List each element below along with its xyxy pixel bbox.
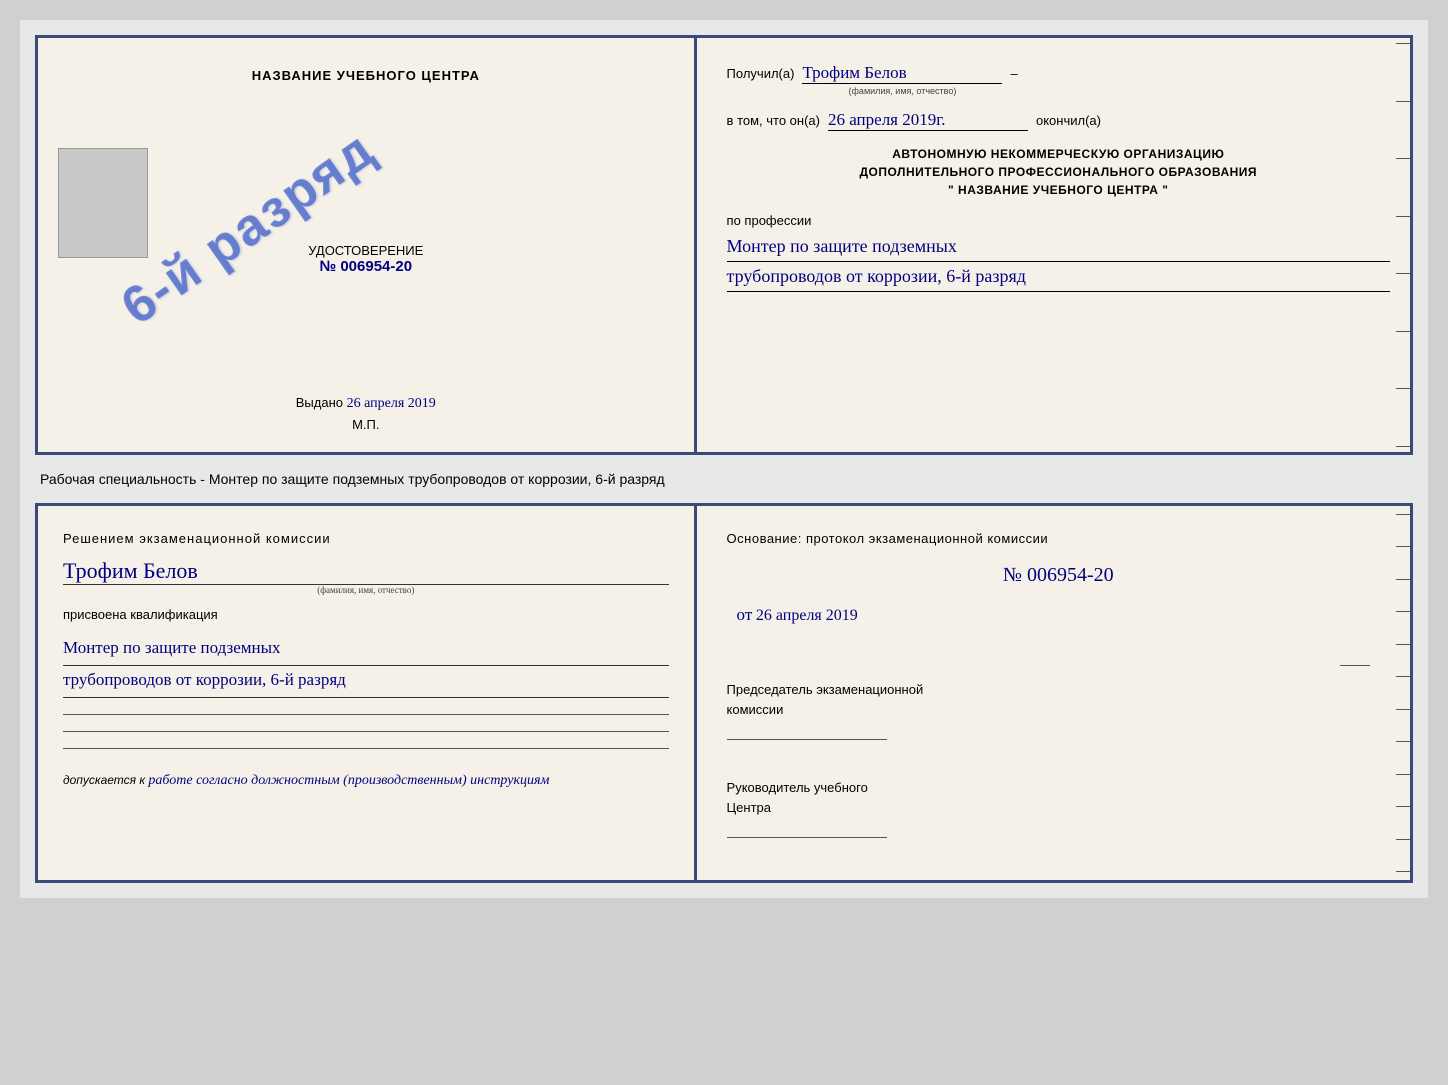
protocol-number: № 006954-20 bbox=[727, 564, 1390, 587]
edge-line-6 bbox=[1396, 331, 1410, 332]
vydano-label: Выдано bbox=[296, 395, 343, 410]
spacer-2 bbox=[727, 754, 1390, 764]
bottom-separator-2 bbox=[63, 731, 669, 732]
page-wrapper: НАЗВАНИЕ УЧЕБНОГО ЦЕНТРА 6-й разряд УДОС… bbox=[20, 20, 1428, 898]
specialty-text: Рабочая специальность - Монтер по защите… bbox=[35, 465, 1413, 493]
dash-1: – bbox=[1010, 66, 1017, 81]
bottom-name-block: Трофим Белов (фамилия, имя, отчество) bbox=[63, 558, 669, 595]
rukovoditel-line1: Руководитель учебного bbox=[727, 778, 1390, 798]
br-edge-7 bbox=[1396, 709, 1410, 710]
name-sublabel: (фамилия, имя, отчество) bbox=[802, 86, 1002, 96]
predsedatel-line2: комиссии bbox=[727, 700, 1390, 720]
org-line1: АВТОНОМНУЮ НЕКОММЕРЧЕСКУЮ ОРГАНИЗАЦИЮ bbox=[727, 145, 1390, 163]
dopuskaetsya-label: допускается к bbox=[63, 773, 145, 787]
vydano-block: Выдано 26 апреля 2019 bbox=[296, 375, 436, 412]
br-edge-1 bbox=[1396, 514, 1410, 515]
prisvoena-label: присвоена квалификация bbox=[63, 607, 669, 622]
vtom-label: в том, что он(а) bbox=[727, 113, 820, 128]
bottom-right-edge bbox=[1392, 506, 1410, 880]
bottom-cert-left: Решением экзаменационной комиссии Трофим… bbox=[38, 506, 697, 880]
edge-line-5 bbox=[1396, 273, 1410, 274]
br-edge-6 bbox=[1396, 676, 1410, 677]
photo-placeholder bbox=[58, 148, 148, 258]
osnovanie-label: Основание: протокол экзаменационной коми… bbox=[727, 531, 1390, 546]
bottom-separator-1 bbox=[63, 714, 669, 715]
vtom-row: в том, что он(а) 26 апреля 2019г. окончи… bbox=[727, 110, 1390, 131]
org-line2: ДОПОЛНИТЕЛЬНОГО ПРОФЕССИОНАЛЬНОГО ОБРАЗО… bbox=[727, 163, 1390, 181]
br-edge-11 bbox=[1396, 839, 1410, 840]
stamp-overlay: 6-й разряд bbox=[118, 98, 378, 358]
edge-line-3 bbox=[1396, 158, 1410, 159]
right-edge-deco bbox=[1392, 38, 1410, 452]
udost-label: УДОСТОВЕРЕНИЕ bbox=[308, 243, 423, 258]
dopuskaetsya-block: допускается к работе согласно должностны… bbox=[63, 773, 669, 789]
qual-line2: трубопроводов от коррозии, 6-й разряд bbox=[63, 666, 669, 698]
vydano-date: 26 апреля 2019 bbox=[347, 396, 436, 411]
edge-line-7 bbox=[1396, 388, 1410, 389]
top-certificate: НАЗВАНИЕ УЧЕБНОГО ЦЕНТРА 6-й разряд УДОС… bbox=[35, 35, 1413, 455]
rukovoditel-block: Руководитель учебного Центра bbox=[727, 778, 1390, 838]
edge-line-8 bbox=[1396, 446, 1410, 447]
br-edge-4 bbox=[1396, 611, 1410, 612]
spacer-1 bbox=[727, 639, 1390, 647]
bottom-certificate: Решением экзаменационной комиссии Трофим… bbox=[35, 503, 1413, 883]
qual-line1: Монтер по защите подземных bbox=[63, 634, 669, 666]
bottom-cert-right: Основание: протокол экзаменационной коми… bbox=[697, 506, 1410, 880]
org-line3: " НАЗВАНИЕ УЧЕБНОГО ЦЕНТРА " bbox=[727, 181, 1390, 199]
edge-line-1 bbox=[1396, 43, 1410, 44]
rukovoditel-signature-line bbox=[727, 837, 887, 838]
br-edge-5 bbox=[1396, 644, 1410, 645]
qualification-block: Монтер по защите подземных трубопроводов… bbox=[63, 634, 669, 698]
br-edge-3 bbox=[1396, 579, 1410, 580]
okonchil-label: окончил(а) bbox=[1036, 113, 1101, 128]
ot-label: от bbox=[737, 605, 753, 624]
bottom-name-small: (фамилия, имя, отчество) bbox=[63, 585, 669, 595]
br-edge-12 bbox=[1396, 871, 1410, 872]
profession-line1: Монтер по защите подземных bbox=[727, 232, 1390, 262]
udost-number: № 006954-20 bbox=[308, 258, 423, 275]
bottom-name: Трофим Белов bbox=[63, 558, 669, 585]
br-edge-10 bbox=[1396, 806, 1410, 807]
predsedatel-signature-line bbox=[727, 739, 887, 740]
bottom-separator-3 bbox=[63, 748, 669, 749]
br-edge-9 bbox=[1396, 774, 1410, 775]
top-left-title: НАЗВАНИЕ УЧЕБНОГО ЦЕНТРА bbox=[252, 68, 480, 83]
br-separator-dash bbox=[1340, 665, 1370, 666]
vtom-date: 26 апреля 2019г. bbox=[828, 110, 1028, 131]
poluchil-label: Получил(а) bbox=[727, 66, 795, 81]
br-edge-2 bbox=[1396, 546, 1410, 547]
udost-block: УДОСТОВЕРЕНИЕ № 006954-20 bbox=[308, 243, 423, 275]
ot-date-value: 26 апреля 2019 bbox=[756, 607, 858, 624]
po-professii-label: по профессии bbox=[727, 213, 1390, 228]
rukovoditel-line2: Центра bbox=[727, 798, 1390, 818]
top-cert-left: НАЗВАНИЕ УЧЕБНОГО ЦЕНТРА 6-й разряд УДОС… bbox=[38, 38, 697, 452]
profession-line2: трубопроводов от коррозии, 6-й разряд bbox=[727, 262, 1390, 292]
predsedatel-line1: Председатель экзаменационной bbox=[727, 680, 1390, 700]
protocol-number-block: № 006954-20 bbox=[727, 560, 1390, 591]
resheniyem-label: Решением экзаменационной комиссии bbox=[63, 531, 669, 546]
edge-line-2 bbox=[1396, 101, 1410, 102]
org-block: АВТОНОМНУЮ НЕКОММЕРЧЕСКУЮ ОРГАНИЗАЦИЮ ДО… bbox=[727, 145, 1390, 199]
recipient-name: Трофим Белов bbox=[802, 63, 1002, 84]
po-professii-block: по профессии Монтер по защите подземных … bbox=[727, 213, 1390, 292]
edge-line-4 bbox=[1396, 216, 1410, 217]
mp-label: М.П. bbox=[352, 417, 379, 432]
ot-date-row: от 26 апреля 2019 bbox=[737, 605, 1390, 625]
br-edge-8 bbox=[1396, 741, 1410, 742]
top-cert-right: Получил(а) Трофим Белов (фамилия, имя, о… bbox=[697, 38, 1410, 452]
predsedatel-block: Председатель экзаменационной комиссии bbox=[727, 680, 1390, 740]
dopuskaetsya-text: работе согласно должностным (производств… bbox=[148, 773, 549, 788]
poluchil-row: Получил(а) Трофим Белов (фамилия, имя, о… bbox=[727, 63, 1390, 96]
stamp-text: 6-й разряд bbox=[110, 119, 385, 337]
